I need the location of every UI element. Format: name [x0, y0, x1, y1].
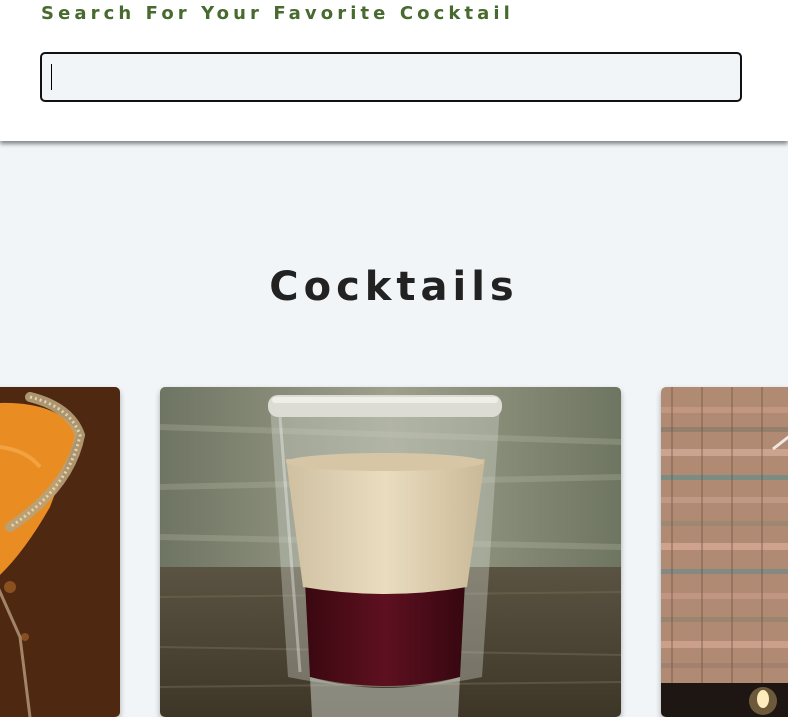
cocktail-image-right [661, 387, 788, 717]
search-label: Search For Your Favorite Cocktail [41, 3, 514, 24]
search-section: Search For Your Favorite Cocktail [0, 0, 788, 141]
search-input[interactable] [40, 52, 742, 102]
section-title: Cocktails [269, 264, 519, 310]
cocktail-card-right[interactable] [661, 387, 788, 717]
cocktail-card-center[interactable] [160, 387, 621, 717]
cocktail-card-left[interactable] [0, 387, 120, 717]
cocktail-image-center [160, 387, 621, 717]
text-caret [51, 64, 52, 90]
cocktail-image-left [0, 387, 120, 717]
